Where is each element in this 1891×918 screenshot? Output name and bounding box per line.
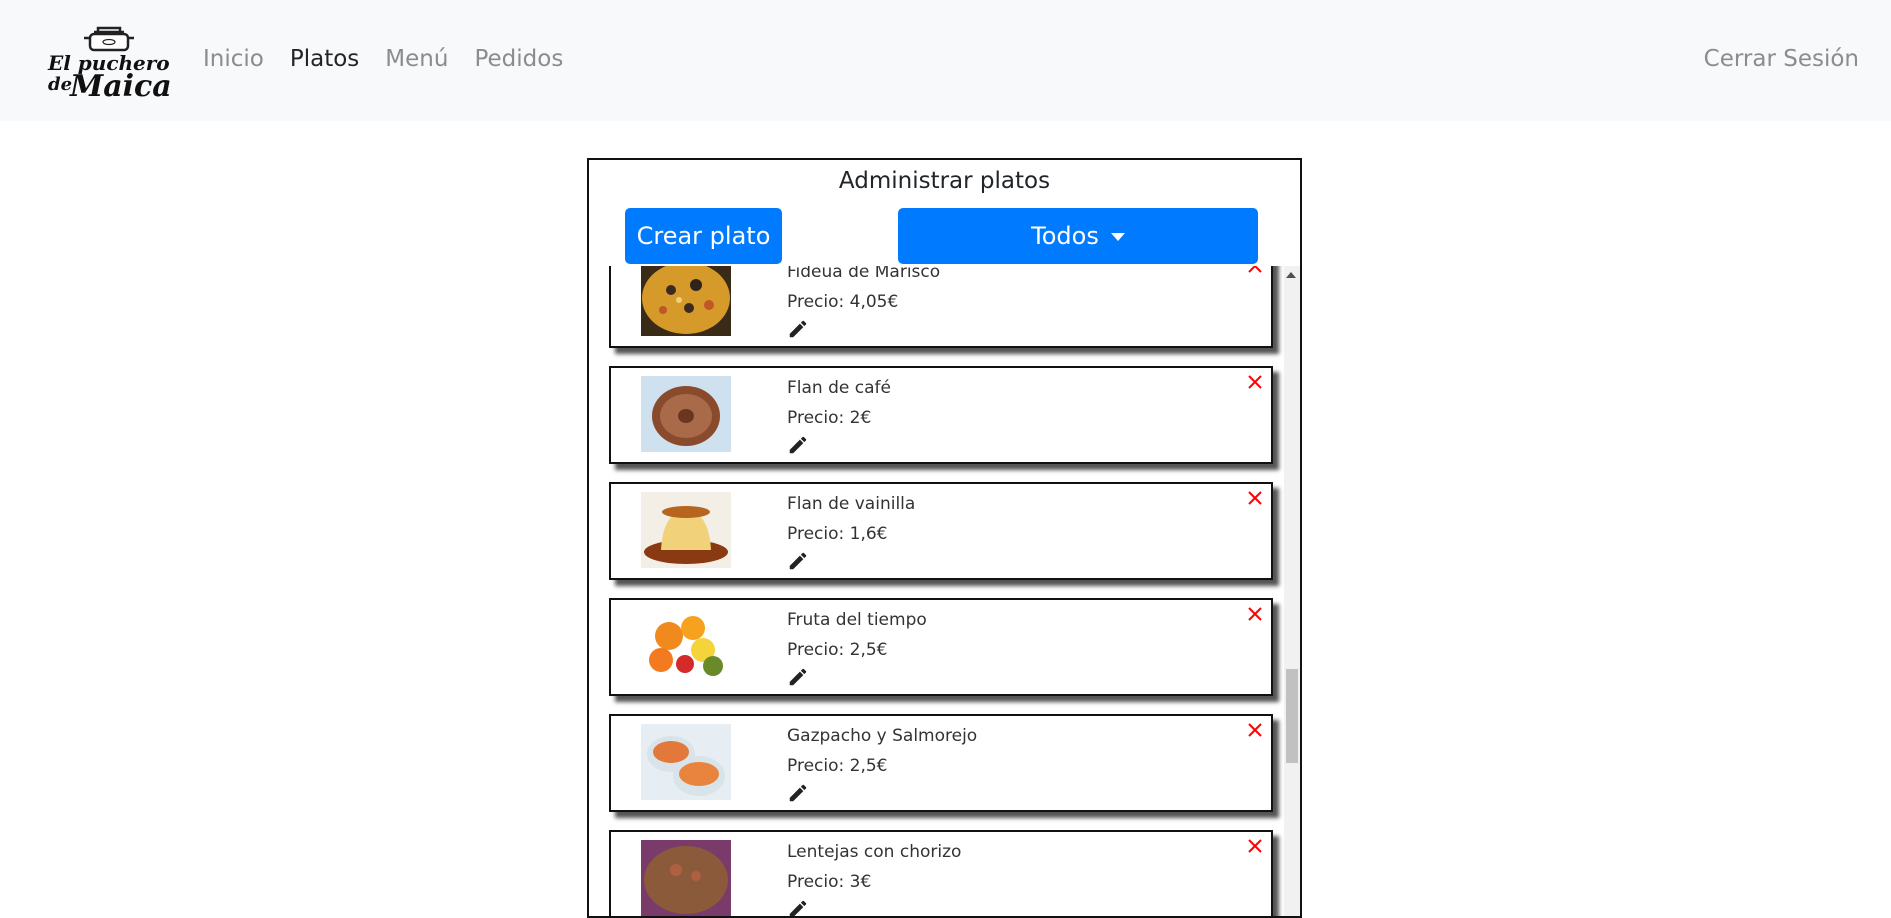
dish-card: Gazpacho y Salmorejo Precio: 2,5€: [609, 714, 1273, 812]
pencil-icon[interactable]: [787, 898, 809, 918]
dish-image-fruta: [641, 608, 731, 684]
pencil-icon[interactable]: [787, 666, 809, 688]
pencil-icon[interactable]: [787, 782, 809, 804]
close-icon[interactable]: [1245, 720, 1265, 740]
dish-name: Gazpacho y Salmorejo: [787, 726, 978, 746]
dish-name: Flan de vainilla: [787, 494, 916, 514]
dish-image-flan-vainilla: [641, 492, 731, 568]
svg-text:de: de: [48, 74, 72, 95]
nav-link-platos[interactable]: Platos: [290, 46, 359, 72]
pencil-icon[interactable]: [787, 434, 809, 456]
scrollbar[interactable]: [1284, 266, 1300, 916]
nav-link-inicio[interactable]: Inicio: [203, 46, 264, 72]
pencil-icon[interactable]: [787, 318, 809, 340]
close-icon[interactable]: [1245, 266, 1265, 276]
pencil-icon[interactable]: [787, 550, 809, 572]
dish-name: Flan de café: [787, 378, 891, 398]
dish-card: Flan de café Precio: 2€: [609, 366, 1273, 464]
dish-price: Precio: 2€: [787, 408, 872, 428]
dish-image-flan-cafe: [641, 376, 731, 452]
navbar: El puchero de Maica Inicio Platos Menú P…: [0, 0, 1891, 121]
scrollbar-thumb[interactable]: [1286, 669, 1298, 763]
dish-price: Precio: 3€: [787, 872, 872, 892]
create-dish-label: Crear plato: [636, 222, 771, 250]
dish-price: Precio: 1,6€: [787, 524, 888, 544]
logout-link[interactable]: Cerrar Sesión: [1704, 46, 1859, 72]
dish-card: Fruta del tiempo Precio: 2,5€: [609, 598, 1273, 696]
dish-image-gazpacho: [641, 724, 731, 800]
dish-name: Fideua de Marisco: [787, 266, 941, 282]
dishes-panel: Administrar platos Crear plato Todos Fid…: [587, 158, 1302, 918]
dish-card: Fideua de Marisco Precio: 4,05€: [609, 266, 1273, 348]
svg-text:Maica: Maica: [69, 69, 170, 102]
dish-price: Precio: 4,05€: [787, 292, 899, 312]
scroll-up-arrow-icon[interactable]: [1286, 272, 1296, 278]
dish-image-lentejas: [641, 840, 731, 916]
close-icon[interactable]: [1245, 836, 1265, 856]
nav-link-menu[interactable]: Menú: [385, 46, 448, 72]
close-icon[interactable]: [1245, 604, 1265, 624]
dish-list[interactable]: Fideua de Marisco Precio: 4,05€ Flan de …: [589, 266, 1300, 918]
create-dish-button[interactable]: Crear plato: [625, 208, 782, 264]
panel-title: Administrar platos: [838, 168, 1051, 194]
close-icon[interactable]: [1245, 372, 1265, 392]
brand-logo[interactable]: El puchero de Maica: [46, 20, 172, 104]
filter-dropdown-button[interactable]: Todos: [898, 208, 1258, 264]
dish-price: Precio: 2,5€: [787, 640, 888, 660]
dish-card: Flan de vainilla Precio: 1,6€: [609, 482, 1273, 580]
filter-label: Todos: [1031, 222, 1099, 250]
caret-down-icon: [1110, 233, 1125, 241]
close-icon[interactable]: [1245, 488, 1265, 508]
dish-card: Lentejas con chorizo Precio: 3€: [609, 830, 1273, 918]
dish-name: Fruta del tiempo: [787, 610, 927, 630]
dish-image-fideua: [641, 266, 731, 336]
dish-price: Precio: 2,5€: [787, 756, 888, 776]
logo-image: El puchero de Maica: [47, 26, 172, 104]
nav-link-pedidos[interactable]: Pedidos: [474, 46, 563, 72]
dish-name: Lentejas con chorizo: [787, 842, 962, 862]
nav-links: Inicio Platos Menú Pedidos: [203, 46, 563, 72]
